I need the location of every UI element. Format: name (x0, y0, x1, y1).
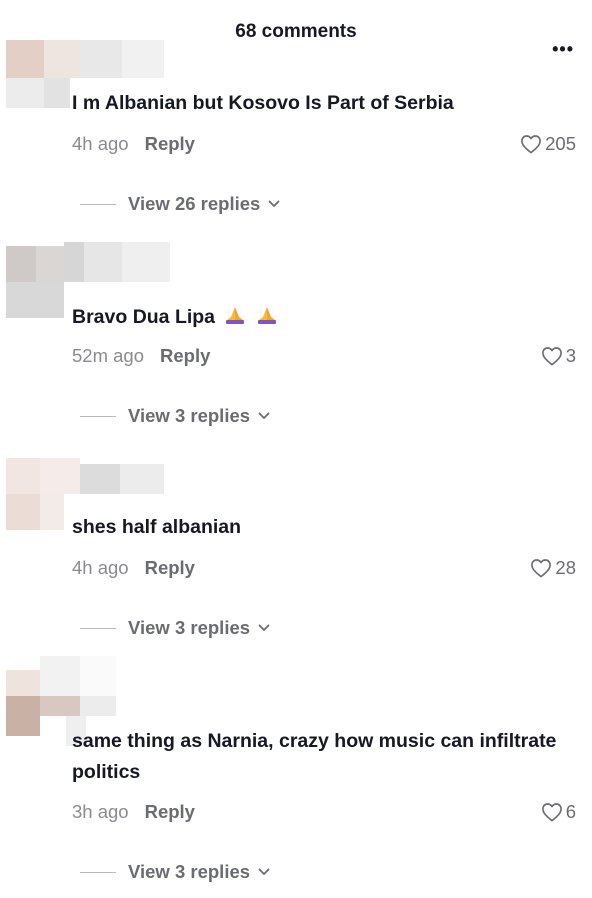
chevron-down-icon (268, 200, 280, 207)
folded-hands-emoji (257, 307, 276, 324)
comment-timestamp: 52m ago (72, 345, 144, 366)
chevron-down-icon (258, 868, 270, 875)
comment-text: Bravo Dua Lipa (72, 302, 572, 333)
view-replies-label: View 26 replies (128, 193, 261, 214)
comment-meta: 52m ago Reply (72, 344, 210, 368)
like-count: 3 (565, 345, 576, 366)
divider-line (80, 871, 116, 873)
comment-item: shes half albanian 4h ago Reply 28 View 3… (0, 454, 592, 666)
comment-text: same thing as Narnia, crazy how music ca… (72, 730, 557, 783)
chevron-down-icon (258, 624, 270, 631)
divider-line (80, 415, 116, 417)
like-button[interactable]: 6 (541, 800, 576, 824)
like-button[interactable]: 28 (530, 556, 576, 580)
reply-button[interactable]: Reply (145, 557, 195, 578)
comment-timestamp: 4h ago (72, 133, 129, 154)
view-replies-label: View 3 replies (128, 617, 251, 638)
heart-outline-icon (521, 135, 542, 154)
comment-meta: 4h ago Reply (72, 556, 195, 580)
reply-button[interactable]: Reply (160, 345, 210, 366)
divider-line (80, 203, 116, 205)
comment-meta: 3h ago Reply (72, 800, 195, 824)
comment-item: same thing as Narnia, crazy how music ca… (0, 654, 592, 898)
view-replies-button[interactable]: View 3 replies (80, 404, 270, 428)
reply-button[interactable]: Reply (145, 801, 195, 822)
comment-item: Bravo Dua Lipa 52m ago Reply 3 View 3 rep… (0, 242, 592, 454)
like-count: 6 (565, 801, 576, 822)
heart-outline-icon (541, 347, 562, 366)
comment-timestamp: 4h ago (72, 557, 129, 578)
heart-outline-icon (531, 559, 552, 578)
folded-hands-emoji (226, 307, 245, 324)
divider-line (80, 627, 116, 629)
comment-timestamp: 3h ago (72, 801, 129, 822)
view-replies-label: View 3 replies (128, 405, 251, 426)
like-button[interactable]: 205 (520, 132, 576, 156)
heart-outline-icon (541, 803, 562, 822)
comment-text-content: Bravo Dua Lipa (72, 306, 216, 328)
avatar-blurred[interactable] (6, 654, 176, 746)
view-replies-label: View 3 replies (128, 861, 251, 882)
comment-text: I m Albanian but Kosovo Is Part of Serbi… (72, 92, 454, 114)
like-count: 205 (545, 133, 576, 154)
reply-button[interactable]: Reply (145, 133, 195, 154)
comment-text: shes half albanian (72, 516, 242, 538)
view-replies-button[interactable]: View 3 replies (80, 616, 270, 640)
like-button[interactable]: 3 (541, 344, 576, 368)
chevron-down-icon (258, 412, 270, 419)
view-replies-button[interactable]: View 26 replies (80, 192, 280, 216)
view-replies-button[interactable]: View 3 replies (80, 860, 270, 884)
like-count: 28 (555, 557, 576, 578)
comment-item: I m Albanian but Kosovo Is Part of Serbi… (0, 40, 592, 252)
comment-meta: 4h ago Reply (72, 132, 195, 156)
